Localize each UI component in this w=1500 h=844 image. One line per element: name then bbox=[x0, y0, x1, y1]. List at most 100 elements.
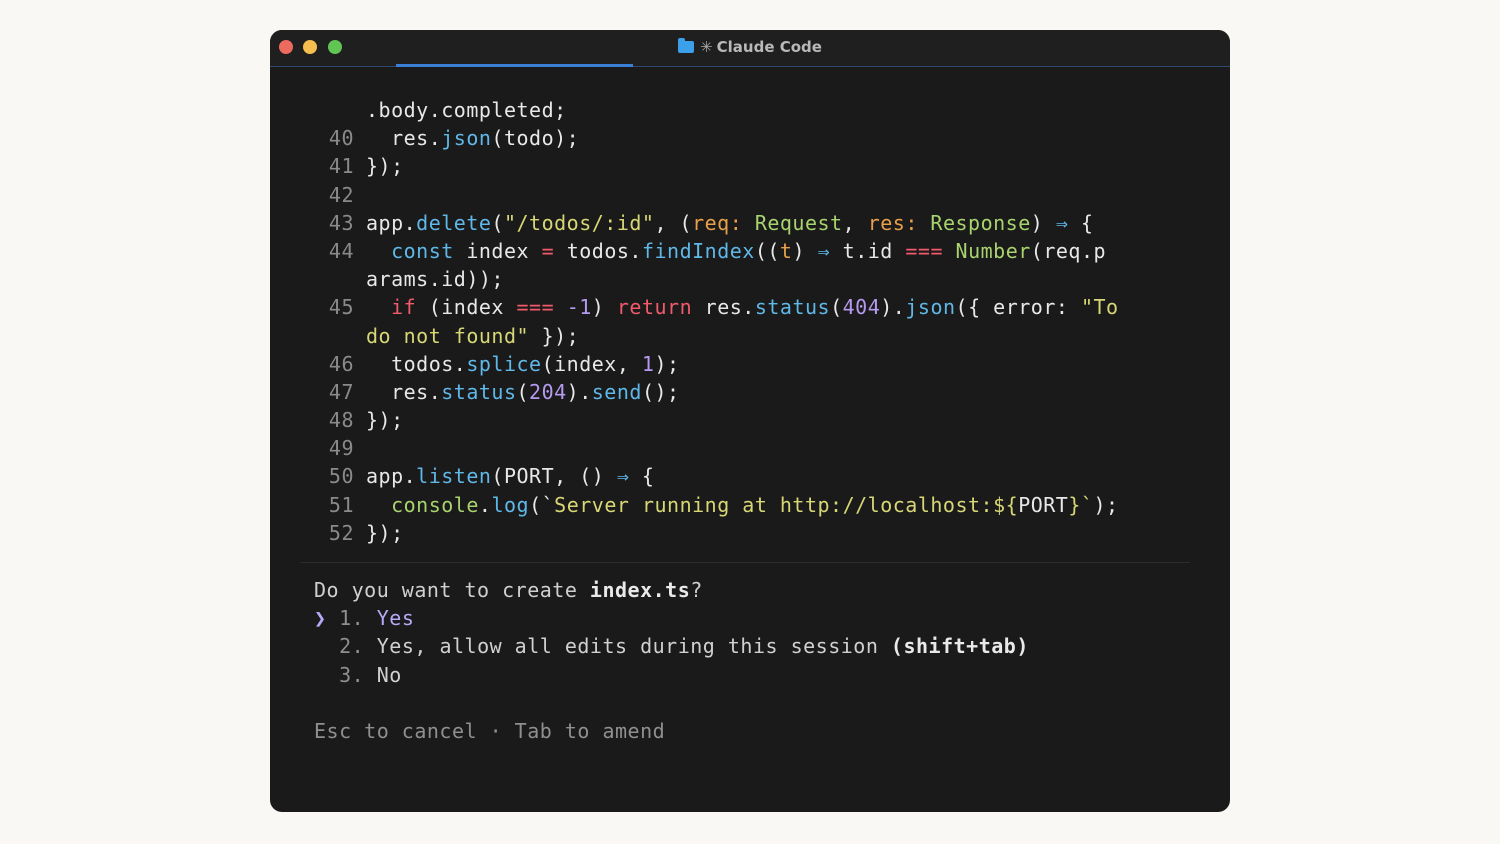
window-title-text: Claude Code bbox=[716, 38, 822, 56]
window-title: ✳ Claude Code bbox=[270, 38, 1230, 56]
code-line: 51 console.log(`Server running at http:/… bbox=[310, 491, 1210, 519]
code-token: ). bbox=[566, 379, 592, 404]
code-token: -1 bbox=[566, 295, 592, 320]
code-token: findIndex bbox=[641, 238, 755, 263]
code-token: , ( bbox=[654, 210, 693, 235]
code-token: arams.id)); bbox=[366, 267, 504, 292]
folder-icon bbox=[678, 38, 695, 53]
code-line: do not found" }); bbox=[310, 322, 1210, 350]
code-token: }); bbox=[366, 408, 404, 433]
code-token: (req.p bbox=[1030, 238, 1107, 263]
line-number bbox=[310, 322, 354, 350]
code-token: res. bbox=[692, 295, 755, 320]
option-number: 1. bbox=[339, 606, 365, 631]
confirmation-prompt: Do you want to create index.ts? ❯ 1. Yes… bbox=[314, 576, 1194, 745]
code-token: Number bbox=[955, 238, 1031, 263]
code-text: do not found" }); bbox=[366, 322, 579, 350]
code-token: send bbox=[591, 379, 642, 404]
code-token: res. bbox=[366, 126, 442, 151]
code-token: . bbox=[478, 492, 492, 517]
code-text: todos.splice(index, 1); bbox=[366, 350, 680, 378]
line-number: 42 bbox=[328, 182, 354, 207]
code-token: index bbox=[453, 238, 542, 263]
code-token: (` bbox=[529, 492, 555, 517]
code-line: 45 if (index === -1) return res.status(4… bbox=[310, 293, 1210, 321]
code-token: req: bbox=[692, 210, 743, 235]
code-text: console.log(`Server running at http://lo… bbox=[366, 491, 1119, 519]
option-no[interactable]: 3. No bbox=[314, 661, 1194, 689]
prompt-footer: Esc to cancel · Tab to amend bbox=[314, 718, 666, 743]
code-token: return bbox=[616, 295, 693, 320]
asterisk-icon: ✳ bbox=[700, 38, 713, 56]
code-line: .body.completed; bbox=[310, 96, 1210, 124]
code-token: 404 bbox=[842, 295, 881, 320]
code-token: = bbox=[541, 238, 555, 263]
code-token: log bbox=[491, 492, 530, 517]
line-number: 40 bbox=[328, 126, 354, 151]
code-text: res.json(todo); bbox=[366, 124, 579, 152]
code-line: 50 app.listen(PORT, () ⇒ { bbox=[310, 462, 1210, 490]
code-token: ⇒ bbox=[616, 464, 630, 489]
code-token: 1 bbox=[641, 351, 655, 376]
code-token: ( bbox=[516, 379, 530, 404]
code-token: ). bbox=[880, 295, 906, 320]
divider bbox=[300, 562, 1190, 563]
code-token: }); bbox=[366, 154, 404, 179]
line-number: 47 bbox=[328, 379, 354, 404]
code-token: t bbox=[779, 238, 793, 263]
code-text: res.status(204).send(); bbox=[366, 378, 680, 406]
code-text: app.listen(PORT, () ⇒ { bbox=[366, 462, 654, 490]
filename: index.ts bbox=[589, 578, 691, 602]
question-text: Do you want to create bbox=[314, 578, 590, 602]
code-line: 46 todos.splice(index, 1); bbox=[310, 350, 1210, 378]
code-line: 43 app.delete("/todos/:id", (req: Request… bbox=[310, 209, 1210, 237]
code-token: (); bbox=[641, 379, 680, 404]
line-number: 49 bbox=[328, 436, 354, 461]
code-token: ) bbox=[792, 238, 818, 263]
code-token: todos. bbox=[554, 238, 642, 263]
code-token: .body.completed; bbox=[366, 98, 567, 122]
prompt-question: Do you want to create index.ts? bbox=[314, 576, 1194, 604]
code-token: app. bbox=[366, 210, 417, 235]
code-line: 47 res.status(204).send(); bbox=[310, 378, 1210, 406]
code-token: json bbox=[905, 295, 956, 320]
line-number: 43 bbox=[328, 210, 354, 235]
code-token: }); bbox=[529, 323, 580, 348]
code-token: (index bbox=[416, 295, 517, 320]
code-line: arams.id)); bbox=[310, 265, 1210, 293]
code-token: "/todos/:id" bbox=[503, 210, 655, 235]
code-token: }); bbox=[366, 520, 404, 545]
code-token: === bbox=[905, 238, 943, 263]
code-token: "To bbox=[1080, 295, 1119, 320]
option-yes[interactable]: ❯ 1. Yes bbox=[314, 604, 1194, 632]
option-yes-allow-all[interactable]: 2. Yes, allow all edits during this sess… bbox=[314, 632, 1194, 660]
code-token: t.id bbox=[830, 238, 906, 263]
line-number: 44 bbox=[328, 238, 354, 263]
code-token: Response bbox=[930, 210, 1031, 235]
code-token: ⇒ bbox=[817, 238, 831, 263]
code-token: ( bbox=[830, 295, 843, 320]
code-token: (index, bbox=[541, 351, 642, 376]
code-token: status bbox=[441, 379, 517, 404]
code-token: { bbox=[1068, 210, 1094, 235]
active-tab-indicator bbox=[396, 64, 633, 67]
code-line: 44 const index = todos.findIndex((t) ⇒ t… bbox=[310, 237, 1210, 265]
terminal-window: ✳ Claude Code .body.completed; 40 res.json… bbox=[270, 30, 1230, 812]
option-shortcut-hint: (shift+tab) bbox=[890, 634, 1029, 659]
code-token: === bbox=[516, 295, 555, 320]
code-text: if (index === -1) return res.status(404)… bbox=[366, 293, 1119, 321]
code-token: ( bbox=[491, 210, 504, 235]
code-token: ); bbox=[654, 351, 680, 376]
code-token: (( bbox=[754, 238, 780, 263]
line-number: 50 bbox=[328, 464, 354, 489]
code-text: }); bbox=[366, 519, 404, 547]
code-text: app.delete("/todos/:id", (req: Request, … bbox=[366, 209, 1093, 237]
code-token: if bbox=[391, 295, 417, 320]
code-line: 41}); bbox=[310, 152, 1210, 180]
code-token: Request bbox=[754, 210, 843, 235]
code-token: listen bbox=[416, 464, 492, 489]
